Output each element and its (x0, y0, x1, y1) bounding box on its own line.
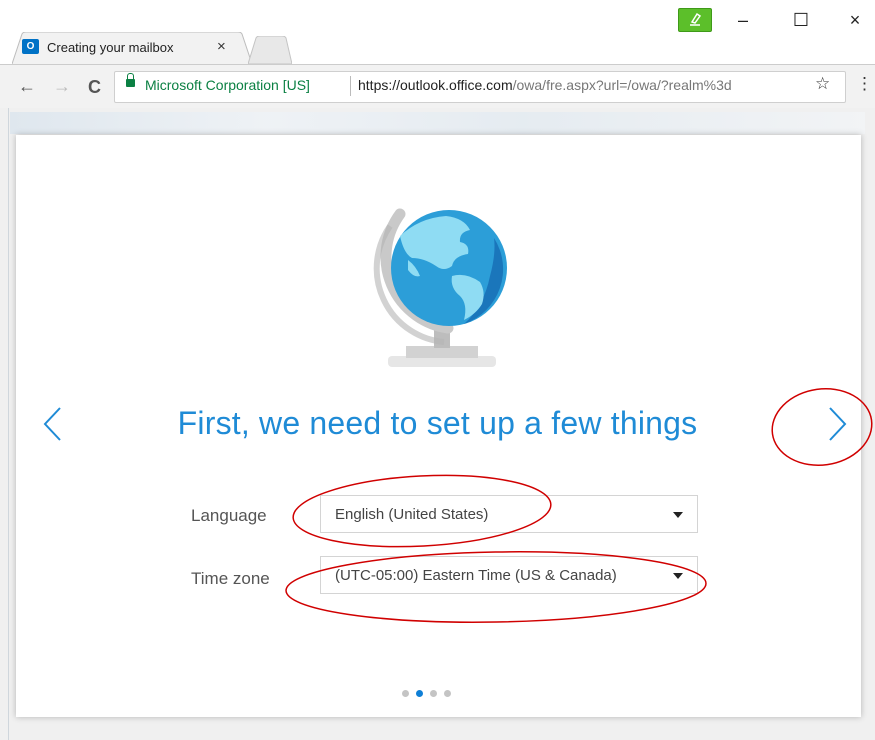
forward-arrow-icon[interactable]: → (53, 76, 71, 97)
lock-icon (126, 73, 135, 87)
page-title: First, we need to set up a few things (177, 405, 698, 441)
pager-dots (402, 684, 458, 702)
pager-dot-active[interactable] (416, 690, 423, 697)
bookmark-star-icon[interactable]: ☆ (815, 74, 830, 94)
url-text[interactable]: https://outlook.office.com/owa/fre.aspx?… (358, 77, 808, 93)
timezone-label: Time zone (191, 569, 270, 588)
language-value: English (United States) (335, 506, 489, 523)
language-select[interactable]: English (United States) (320, 495, 698, 533)
outlook-icon: O (22, 39, 39, 54)
url-path: /owa/fre.aspx?url=/owa/?realm%3d (512, 77, 732, 93)
pager-dot[interactable] (402, 690, 409, 697)
pager-dot[interactable] (430, 690, 437, 697)
tab-close-icon[interactable]: × (217, 38, 226, 55)
extension-glyph (690, 12, 702, 26)
chevron-down-icon (673, 573, 683, 579)
pager-dot[interactable] (444, 690, 451, 697)
browser-menu-icon[interactable]: ⋮ (856, 74, 873, 94)
maximize-button[interactable]: ☐ (786, 10, 816, 31)
minimize-button[interactable]: – (728, 10, 758, 31)
browser-titlebar: O Creating your mailbox × – ☐ × (0, 0, 875, 64)
extension-icon[interactable] (678, 8, 712, 32)
back-arrow-icon[interactable]: ← (18, 76, 36, 97)
timezone-select[interactable]: (UTC-05:00) Eastern Time (US & Canada) (320, 556, 698, 594)
background-page-strip (10, 112, 865, 134)
reload-icon[interactable]: C (88, 77, 101, 98)
close-window-button[interactable]: × (840, 10, 870, 31)
language-label: Language (191, 506, 267, 525)
new-tab-button[interactable] (248, 36, 292, 64)
chevron-down-icon (673, 512, 683, 518)
address-separator (350, 76, 351, 96)
timezone-value: (UTC-05:00) Eastern Time (US & Canada) (335, 567, 617, 584)
globe-icon (373, 208, 507, 367)
chevron-right-icon[interactable] (826, 406, 848, 442)
ev-certificate-name[interactable]: Microsoft Corporation [US] (145, 77, 310, 93)
tab-title: Creating your mailbox (47, 40, 174, 55)
url-host: https://outlook.office.com (358, 77, 513, 93)
